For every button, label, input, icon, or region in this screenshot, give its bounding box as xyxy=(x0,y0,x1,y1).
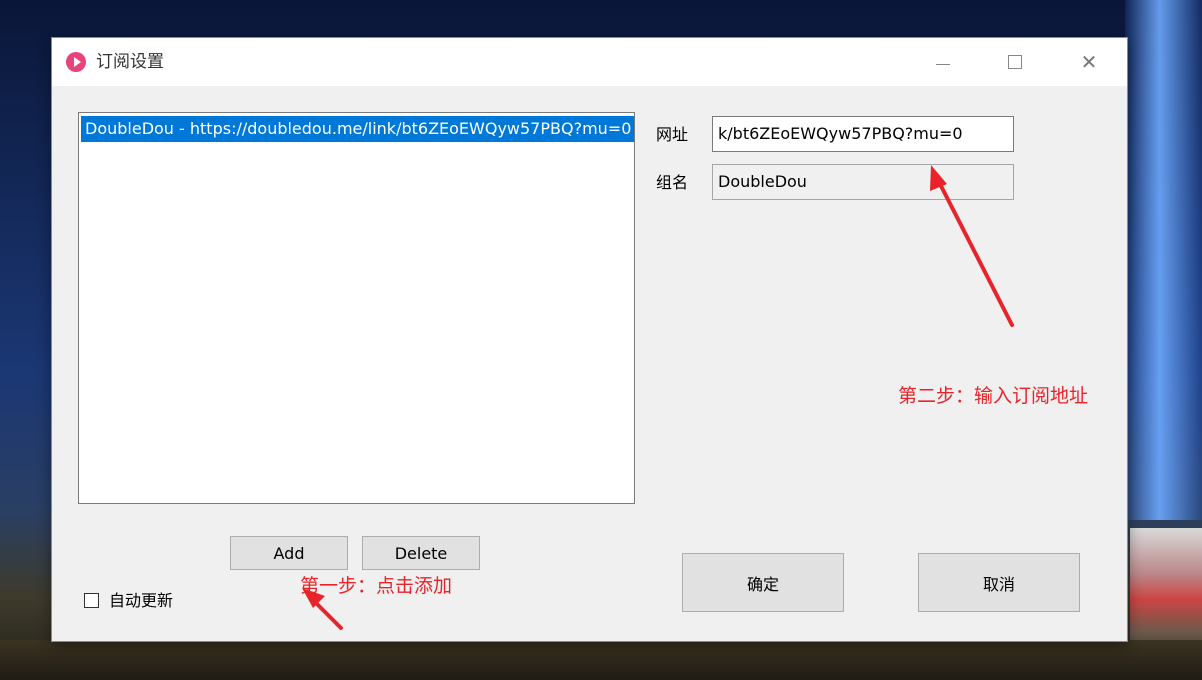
app-play-icon xyxy=(66,52,86,72)
close-button[interactable]: ✕ xyxy=(1066,38,1112,86)
group-name-label: 组名 xyxy=(656,173,689,192)
url-input[interactable]: k/bt6ZEoEWQyw57PBQ?mu=0 xyxy=(712,116,1014,152)
step2-annotation: 第二步：输入订阅地址 xyxy=(898,385,1089,407)
subscription-settings-dialog: 订阅设置 ✕ DoubleDou - https://doubledou.me/… xyxy=(52,38,1127,641)
maximize-button[interactable] xyxy=(992,38,1038,86)
cancel-button[interactable]: 取消 xyxy=(918,553,1080,612)
desktop-background-glow xyxy=(1125,0,1202,520)
add-button[interactable]: Add xyxy=(230,536,348,570)
delete-button[interactable]: Delete xyxy=(362,536,480,570)
ok-button[interactable]: 确定 xyxy=(682,553,844,612)
maximize-icon xyxy=(1008,55,1022,69)
window-title: 订阅设置 xyxy=(96,52,164,72)
subscription-listbox[interactable]: DoubleDou - https://doubledou.me/link/bt… xyxy=(78,112,635,504)
title-bar[interactable]: 订阅设置 ✕ xyxy=(52,38,1127,86)
close-icon: ✕ xyxy=(1080,50,1098,74)
auto-update-label[interactable]: 自动更新 xyxy=(109,590,173,612)
minimize-icon xyxy=(936,63,950,65)
url-label: 网址 xyxy=(656,125,689,144)
group-name-input[interactable]: DoubleDou xyxy=(712,164,1014,200)
minimize-button[interactable] xyxy=(920,38,966,86)
step1-annotation: 第一步：点击添加 xyxy=(300,575,453,597)
subscription-list-item[interactable]: DoubleDou - https://doubledou.me/link/bt… xyxy=(81,116,634,142)
desktop-background-ground xyxy=(0,640,1202,680)
auto-update-checkbox[interactable] xyxy=(84,593,99,608)
desktop-background-photo xyxy=(1130,528,1202,658)
